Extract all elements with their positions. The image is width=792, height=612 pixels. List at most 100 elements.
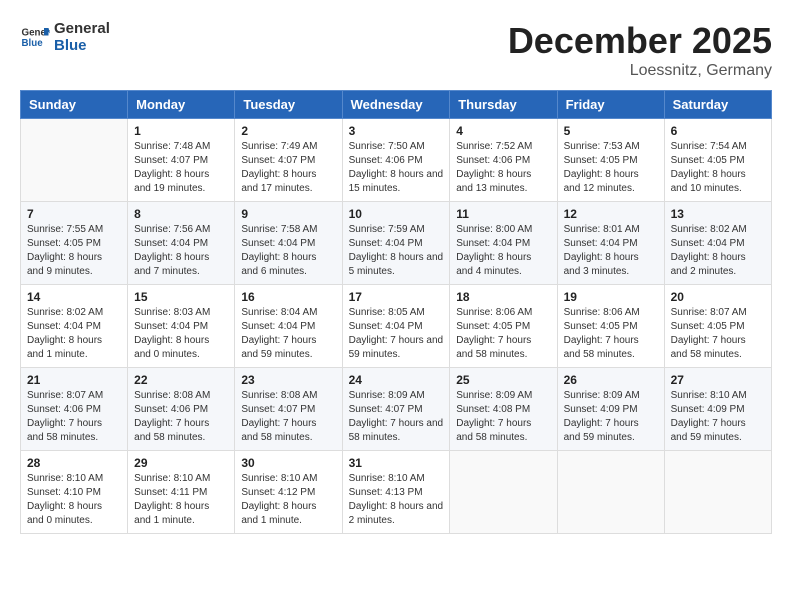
calendar-cell: 7 Sunrise: 7:55 AMSunset: 4:05 PMDaylight… [21,202,128,285]
calendar-cell: 24 Sunrise: 8:09 AMSunset: 4:07 PMDayligh… [342,368,450,451]
day-number: 29 [134,456,228,470]
day-number: 25 [456,373,550,387]
calendar-cell: 17 Sunrise: 8:05 AMSunset: 4:04 PMDayligh… [342,285,450,368]
day-info: Sunrise: 8:09 AMSunset: 4:08 PMDaylight:… [456,389,550,445]
weekday-header-friday: Friday [557,91,664,119]
day-number: 20 [671,290,765,304]
calendar-cell: 13 Sunrise: 8:02 AMSunset: 4:04 PMDayligh… [664,202,771,285]
calendar-week-5: 28 Sunrise: 8:10 AMSunset: 4:10 PMDayligh… [21,451,772,534]
calendar-cell [664,451,771,534]
day-number: 28 [27,456,121,470]
day-info: Sunrise: 8:02 AMSunset: 4:04 PMDaylight:… [27,306,121,362]
day-number: 31 [349,456,444,470]
day-number: 12 [564,207,658,221]
day-info: Sunrise: 8:09 AMSunset: 4:09 PMDaylight:… [564,389,658,445]
calendar-cell [557,451,664,534]
calendar-cell: 4Sunrise: 7:52 AMSunset: 4:06 PMDaylight… [450,119,557,202]
weekday-header-saturday: Saturday [664,91,771,119]
day-number: 19 [564,290,658,304]
day-info: Sunrise: 7:50 AMSunset: 4:06 PMDaylight:… [349,140,444,196]
title-block: December 2025 Loessnitz, Germany [508,20,772,80]
calendar-cell: 23 Sunrise: 8:08 AMSunset: 4:07 PMDayligh… [235,368,342,451]
day-number: 7 [27,207,121,221]
day-info: Sunrise: 8:10 AMSunset: 4:12 PMDaylight:… [241,472,335,528]
calendar-cell: 2 Sunrise: 7:49 AMSunset: 4:07 PMDaylight… [235,119,342,202]
day-info: Sunrise: 8:06 AMSunset: 4:05 PMDaylight:… [456,306,550,362]
day-number: 13 [671,207,765,221]
day-number: 24 [349,373,444,387]
day-number: 10 [349,207,444,221]
calendar-cell: 28 Sunrise: 8:10 AMSunset: 4:10 PMDayligh… [21,451,128,534]
day-number: 8 [134,207,228,221]
day-info: Sunrise: 8:09 AMSunset: 4:07 PMDaylight:… [349,389,444,445]
day-number: 14 [27,290,121,304]
day-info: Sunrise: 8:10 AMSunset: 4:11 PMDaylight:… [134,472,228,528]
calendar-cell: 21 Sunrise: 8:07 AMSunset: 4:06 PMDayligh… [21,368,128,451]
day-number: 18 [456,290,550,304]
calendar-cell [450,451,557,534]
day-number: 15 [134,290,228,304]
calendar-cell: 11 Sunrise: 8:00 AMSunset: 4:04 PMDayligh… [450,202,557,285]
day-number: 11 [456,207,550,221]
day-info: Sunrise: 7:48 AMSunset: 4:07 PMDaylight:… [134,140,228,196]
calendar-cell: 19 Sunrise: 8:06 AMSunset: 4:05 PMDayligh… [557,285,664,368]
month-title: December 2025 [508,20,772,62]
logo-general: General [54,20,110,37]
calendar-cell: 14 Sunrise: 8:02 AMSunset: 4:04 PMDayligh… [21,285,128,368]
weekday-header-tuesday: Tuesday [235,91,342,119]
weekday-header-sunday: Sunday [21,91,128,119]
day-info: Sunrise: 8:08 AMSunset: 4:07 PMDaylight:… [241,389,335,445]
calendar-cell: 27Sunrise: 8:10 AMSunset: 4:09 PMDayligh… [664,368,771,451]
day-info: Sunrise: 8:01 AMSunset: 4:04 PMDaylight:… [564,223,658,279]
calendar-cell: 22 Sunrise: 8:08 AMSunset: 4:06 PMDayligh… [128,368,235,451]
calendar-cell: 3Sunrise: 7:50 AMSunset: 4:06 PMDaylight… [342,119,450,202]
calendar-cell: 31 Sunrise: 8:10 AMSunset: 4:13 PMDayligh… [342,451,450,534]
calendar-cell: 16Sunrise: 8:04 AMSunset: 4:04 PMDayligh… [235,285,342,368]
day-number: 6 [671,124,765,138]
day-info: Sunrise: 8:07 AMSunset: 4:06 PMDaylight:… [27,389,121,445]
calendar-table: SundayMondayTuesdayWednesdayThursdayFrid… [20,90,772,534]
day-info: Sunrise: 8:03 AMSunset: 4:04 PMDaylight:… [134,306,228,362]
day-info: Sunrise: 7:49 AMSunset: 4:07 PMDaylight:… [241,140,335,196]
logo-icon: General Blue [20,22,50,52]
calendar-week-3: 14 Sunrise: 8:02 AMSunset: 4:04 PMDayligh… [21,285,772,368]
day-info: Sunrise: 8:02 AMSunset: 4:04 PMDaylight:… [671,223,765,279]
day-info: Sunrise: 8:10 AMSunset: 4:10 PMDaylight:… [27,472,121,528]
weekday-header-thursday: Thursday [450,91,557,119]
day-number: 27 [671,373,765,387]
day-number: 2 [241,124,335,138]
day-info: Sunrise: 7:53 AMSunset: 4:05 PMDaylight:… [564,140,658,196]
svg-text:Blue: Blue [22,38,44,49]
location: Loessnitz, Germany [508,62,772,80]
calendar-cell: 5Sunrise: 7:53 AMSunset: 4:05 PMDaylight… [557,119,664,202]
day-number: 30 [241,456,335,470]
logo-blue: Blue [54,37,110,54]
calendar-week-2: 7 Sunrise: 7:55 AMSunset: 4:05 PMDaylight… [21,202,772,285]
calendar-cell: 29 Sunrise: 8:10 AMSunset: 4:11 PMDayligh… [128,451,235,534]
day-info: Sunrise: 8:08 AMSunset: 4:06 PMDaylight:… [134,389,228,445]
calendar-cell [21,119,128,202]
calendar-week-4: 21 Sunrise: 8:07 AMSunset: 4:06 PMDayligh… [21,368,772,451]
calendar-cell: 12 Sunrise: 8:01 AMSunset: 4:04 PMDayligh… [557,202,664,285]
day-info: Sunrise: 7:58 AMSunset: 4:04 PMDaylight:… [241,223,335,279]
page-header: General Blue General Blue December 2025 … [20,20,772,80]
day-number: 21 [27,373,121,387]
day-number: 23 [241,373,335,387]
logo: General Blue General Blue [20,20,110,55]
day-info: Sunrise: 8:05 AMSunset: 4:04 PMDaylight:… [349,306,444,362]
day-number: 22 [134,373,228,387]
day-info: Sunrise: 8:06 AMSunset: 4:05 PMDaylight:… [564,306,658,362]
calendar-cell: 15 Sunrise: 8:03 AMSunset: 4:04 PMDayligh… [128,285,235,368]
day-info: Sunrise: 7:55 AMSunset: 4:05 PMDaylight:… [27,223,121,279]
day-info: Sunrise: 8:00 AMSunset: 4:04 PMDaylight:… [456,223,550,279]
weekday-header-row: SundayMondayTuesdayWednesdayThursdayFrid… [21,91,772,119]
calendar-cell: 9Sunrise: 7:58 AMSunset: 4:04 PMDaylight… [235,202,342,285]
day-number: 17 [349,290,444,304]
day-info: Sunrise: 7:54 AMSunset: 4:05 PMDaylight:… [671,140,765,196]
day-number: 1 [134,124,228,138]
calendar-cell: 18 Sunrise: 8:06 AMSunset: 4:05 PMDayligh… [450,285,557,368]
day-info: Sunrise: 8:10 AMSunset: 4:13 PMDaylight:… [349,472,444,528]
weekday-header-wednesday: Wednesday [342,91,450,119]
calendar-cell: 30 Sunrise: 8:10 AMSunset: 4:12 PMDayligh… [235,451,342,534]
day-info: Sunrise: 7:56 AMSunset: 4:04 PMDaylight:… [134,223,228,279]
